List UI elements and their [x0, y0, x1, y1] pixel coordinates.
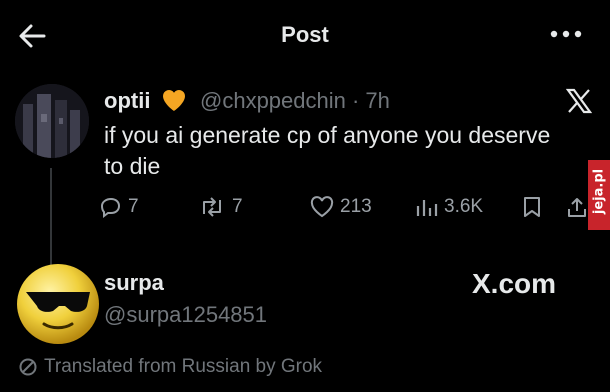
- heart-outline-icon: [310, 196, 334, 218]
- views-button[interactable]: 3.6K: [414, 196, 483, 218]
- reply-author-handle[interactable]: @surpa1254851: [104, 302, 267, 328]
- post-text: if you ai generate cp of anyone you dese…: [104, 122, 551, 179]
- reply-button[interactable]: 7: [100, 196, 139, 218]
- translate-slash-icon: [19, 358, 37, 376]
- watermark-badge: jeja.pl: [588, 160, 610, 230]
- reply-icon: [100, 197, 121, 218]
- reply-avatar[interactable]: [14, 262, 102, 346]
- repost-icon: [203, 197, 221, 217]
- more-options-icon[interactable]: [548, 26, 584, 42]
- reply-author-name[interactable]: surpa: [104, 270, 164, 296]
- bookmark-icon: [524, 197, 540, 217]
- repost-count: 7: [232, 196, 243, 217]
- bookmark-button[interactable]: [522, 196, 548, 218]
- watermark-text: jeja.pl: [591, 168, 607, 215]
- translation-note: Translated from Russian by Grok: [18, 356, 322, 378]
- author-handle-time[interactable]: @chxppedchin · 7h: [200, 88, 390, 114]
- action-bar: 7 7 213 3.6K: [100, 196, 600, 226]
- reply-count: 7: [128, 196, 139, 217]
- top-bar: Post: [0, 0, 610, 70]
- author-name[interactable]: optii: [104, 88, 150, 114]
- translation-text: Translated from Russian by Grok: [44, 356, 323, 377]
- orange-heart-icon: [160, 86, 188, 114]
- share-icon: [568, 198, 586, 217]
- repost-button[interactable]: 7: [198, 196, 243, 218]
- page-title: Post: [281, 22, 329, 47]
- avatar[interactable]: [15, 84, 89, 158]
- x-logo-icon: [565, 88, 593, 114]
- xcom-label: X.com: [472, 268, 557, 299]
- views-count: 3.6K: [444, 196, 484, 217]
- views-chart-icon: [416, 200, 438, 216]
- like-count: 213: [340, 196, 372, 217]
- like-button[interactable]: 213: [310, 196, 372, 218]
